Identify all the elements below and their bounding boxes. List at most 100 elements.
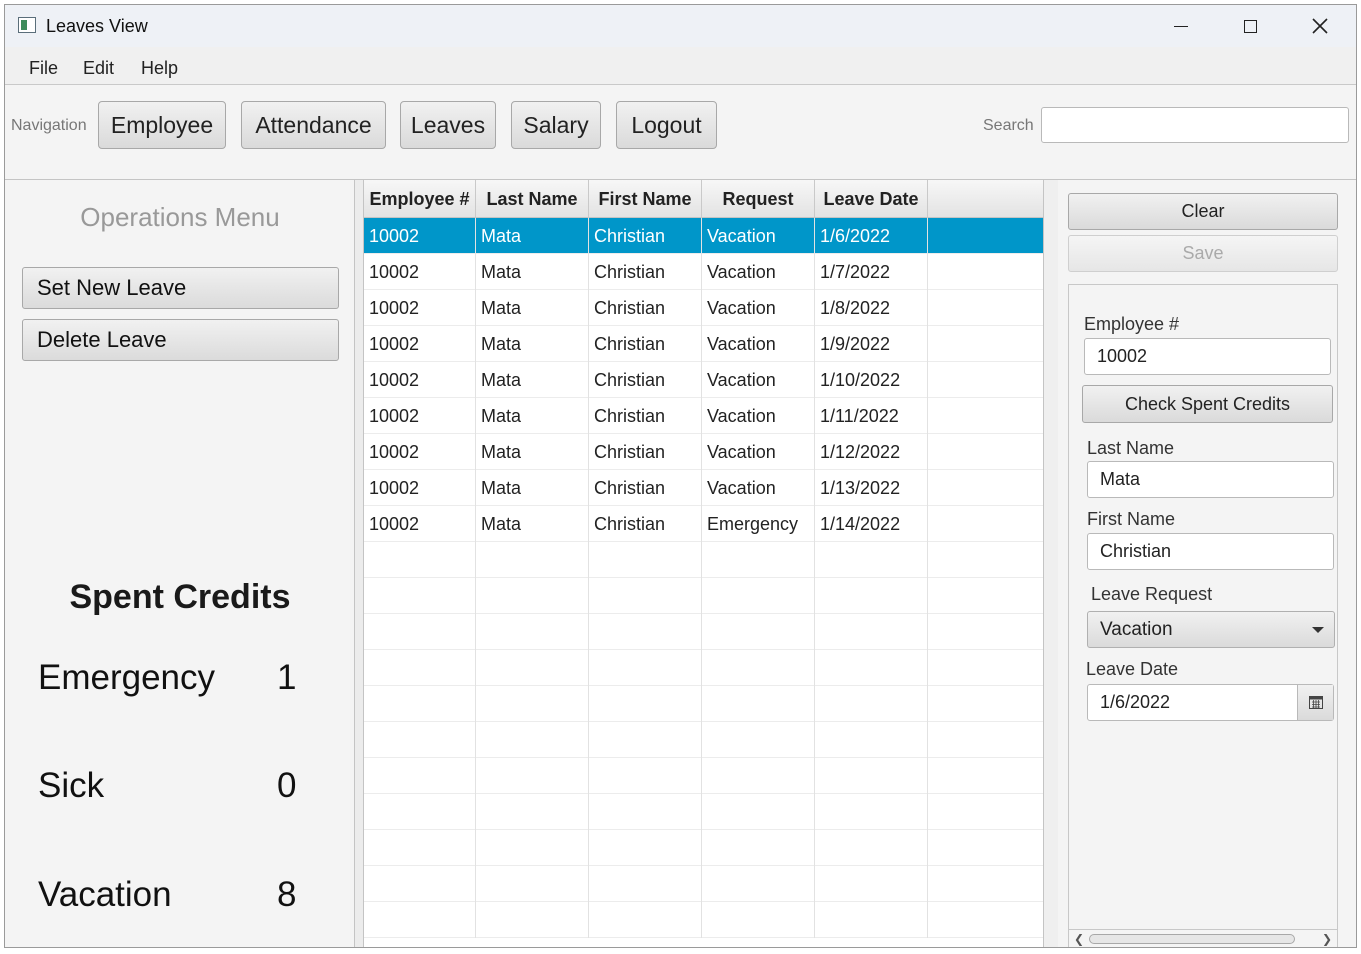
- maximize-icon: [1243, 19, 1257, 33]
- vacation-credit-value: 8: [277, 875, 297, 914]
- table-row[interactable]: 10002 Mata Christian Vacation 1/7/2022: [364, 254, 1043, 290]
- empty-table-row[interactable]: [364, 722, 1043, 758]
- table-cell: [476, 902, 589, 938]
- spent-credits-title: Spent Credits: [69, 578, 291, 616]
- column-last-name[interactable]: Last Name: [476, 180, 589, 218]
- table-cell: Vacation: [702, 434, 815, 470]
- leave-date-picker[interactable]: 1/6/2022: [1087, 684, 1334, 721]
- empty-table-row[interactable]: [364, 686, 1043, 722]
- empty-table-row[interactable]: [364, 830, 1043, 866]
- empty-table-row[interactable]: [364, 614, 1043, 650]
- table-cell: Christian: [589, 290, 702, 326]
- table-cell: Vacation: [702, 398, 815, 434]
- calendar-button[interactable]: [1297, 685, 1333, 720]
- table-cell: 10002: [364, 506, 476, 542]
- close-button[interactable]: [1285, 5, 1355, 47]
- table-cell: [364, 650, 476, 686]
- table-cell: [589, 758, 702, 794]
- table-cell: [928, 542, 1043, 578]
- employee-number-field[interactable]: 10002: [1084, 338, 1331, 375]
- table-cell: Mata: [476, 398, 589, 434]
- table-cell: 1/11/2022: [815, 398, 928, 434]
- table-cell: [928, 722, 1043, 758]
- table-cell: [364, 722, 476, 758]
- table-cell: [815, 542, 928, 578]
- title-bar: Leaves View: [5, 5, 1356, 47]
- navigation-toolbar: Navigation Employee Attendance Leaves Sa…: [5, 85, 1356, 180]
- table-cell: [815, 578, 928, 614]
- column-leave-date[interactable]: Leave Date: [815, 180, 928, 218]
- empty-table-row[interactable]: [364, 902, 1043, 938]
- scrollbar-thumb[interactable]: [1089, 934, 1295, 944]
- last-name-label: Last Name: [1087, 438, 1175, 458]
- delete-leave-button[interactable]: Delete Leave: [22, 319, 339, 361]
- table-row[interactable]: 10002 Mata Christian Vacation 1/6/2022: [364, 218, 1043, 254]
- table-cell: [928, 866, 1043, 902]
- check-spent-credits-button[interactable]: Check Spent Credits: [1082, 385, 1333, 423]
- last-name-field[interactable]: Mata: [1087, 461, 1334, 498]
- nav-leaves-button[interactable]: Leaves: [400, 101, 496, 149]
- table-cell: [928, 218, 1043, 254]
- scroll-left-icon[interactable]: ❮: [1074, 930, 1084, 947]
- nav-logout-button[interactable]: Logout: [616, 101, 717, 149]
- table-cell: [928, 686, 1043, 722]
- table-cell: Christian: [589, 506, 702, 542]
- empty-table-row[interactable]: [364, 578, 1043, 614]
- scroll-right-icon[interactable]: ❯: [1322, 930, 1332, 947]
- maximize-button[interactable]: [1215, 5, 1285, 47]
- first-name-field[interactable]: Christian: [1087, 533, 1334, 570]
- table-row[interactable]: 10002 Mata Christian Vacation 1/12/2022: [364, 434, 1043, 470]
- nav-employee-button[interactable]: Employee: [98, 101, 226, 149]
- table-cell: Vacation: [702, 254, 815, 290]
- table-cell: Christian: [589, 218, 702, 254]
- form-horizontal-scrollbar[interactable]: ❮ ❯: [1069, 929, 1337, 947]
- app-icon: [18, 17, 36, 33]
- table-cell: [928, 650, 1043, 686]
- clear-button[interactable]: Clear: [1068, 193, 1338, 230]
- column-first-name[interactable]: First Name: [589, 180, 702, 218]
- menu-file[interactable]: File: [29, 58, 58, 79]
- table-cell: 1/10/2022: [815, 362, 928, 398]
- column-request[interactable]: Request: [702, 180, 815, 218]
- table-cell: [476, 542, 589, 578]
- table-row[interactable]: 10002 Mata Christian Vacation 1/9/2022: [364, 326, 1043, 362]
- empty-table-row[interactable]: [364, 650, 1043, 686]
- table-cell: [928, 362, 1043, 398]
- leaves-table[interactable]: Employee # Last Name First Name Request …: [364, 180, 1044, 947]
- save-button[interactable]: Save: [1068, 235, 1338, 272]
- table-cell: 10002: [364, 398, 476, 434]
- search-input[interactable]: [1041, 107, 1349, 143]
- menu-help[interactable]: Help: [141, 58, 178, 79]
- leave-request-label: Leave Request: [1091, 584, 1213, 604]
- table-cell: [476, 866, 589, 902]
- table-row[interactable]: 10002 Mata Christian Vacation 1/8/2022: [364, 290, 1043, 326]
- emergency-credit-label: Emergency: [38, 658, 216, 697]
- menu-edit[interactable]: Edit: [83, 58, 114, 79]
- empty-table-row[interactable]: [364, 758, 1043, 794]
- table-row[interactable]: 10002 Mata Christian Vacation 1/13/2022: [364, 470, 1043, 506]
- left-splitter[interactable]: [355, 180, 364, 947]
- table-row[interactable]: 10002 Mata Christian Vacation 1/10/2022: [364, 362, 1043, 398]
- table-cell: [815, 902, 928, 938]
- empty-table-row[interactable]: [364, 542, 1043, 578]
- column-employee-number[interactable]: Employee #: [364, 180, 476, 218]
- set-new-leave-button[interactable]: Set New Leave: [22, 267, 339, 309]
- operations-panel: Operations Menu Set New Leave Delete Lea…: [5, 180, 355, 947]
- empty-table-row[interactable]: [364, 866, 1043, 902]
- table-cell: [928, 758, 1043, 794]
- table-row[interactable]: 10002 Mata Christian Emergency 1/14/2022: [364, 506, 1043, 542]
- table-cell: [815, 650, 928, 686]
- close-icon: [1312, 18, 1328, 34]
- table-row[interactable]: 10002 Mata Christian Vacation 1/11/2022: [364, 398, 1043, 434]
- nav-attendance-button[interactable]: Attendance: [241, 101, 386, 149]
- minimize-button[interactable]: [1146, 5, 1216, 47]
- table-cell: [815, 830, 928, 866]
- table-cell: [589, 686, 702, 722]
- right-splitter[interactable]: [1044, 180, 1058, 947]
- chevron-down-icon: [1312, 627, 1324, 633]
- table-cell: [702, 542, 815, 578]
- leave-request-select[interactable]: Vacation: [1087, 611, 1335, 648]
- nav-salary-button[interactable]: Salary: [511, 101, 601, 149]
- emergency-credit-value: 1: [277, 658, 297, 697]
- empty-table-row[interactable]: [364, 794, 1043, 830]
